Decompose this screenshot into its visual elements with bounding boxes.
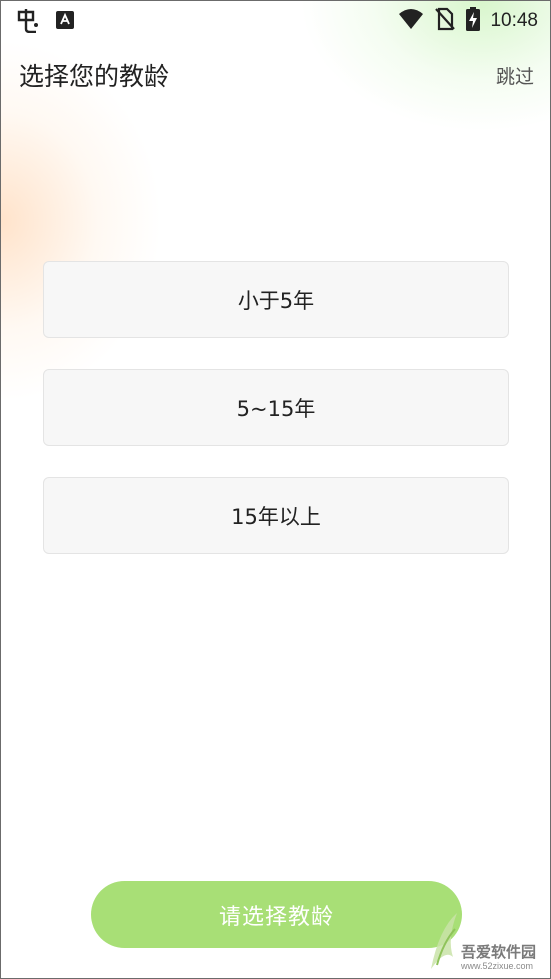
battery-charging-icon (466, 7, 481, 35)
select-teaching-years-button[interactable]: 请选择教龄 (91, 881, 462, 948)
title-bar: 选择您的教龄 跳过 (1, 53, 550, 97)
watermark: 吾爱软件园 www.52zixue.com (425, 901, 549, 977)
no-sim-icon (434, 7, 456, 35)
option-less-than-5-years[interactable]: 小于5年 (43, 261, 509, 338)
watermark-url: www.52zixue.com (461, 961, 534, 971)
keyboard-a-icon (55, 10, 75, 34)
watermark-logo-icon (425, 909, 465, 975)
status-bar-left (15, 7, 75, 37)
skip-button[interactable]: 跳过 (496, 62, 534, 89)
status-bar-right: 10:48 (398, 7, 538, 35)
app-screen: 10:48 选择您的教龄 跳过 小于5年 5~15年 15年以上 请选择教龄 吾… (0, 0, 551, 979)
app-notification-icon (15, 7, 41, 37)
wifi-icon (398, 8, 424, 34)
option-5-to-15-years[interactable]: 5~15年 (43, 369, 509, 446)
status-bar: 10:48 (1, 1, 550, 37)
page-title: 选择您的教龄 (19, 62, 170, 91)
watermark-text: 吾爱软件园 (461, 943, 537, 961)
option-more-than-15-years[interactable]: 15年以上 (43, 477, 509, 554)
teaching-years-options: 小于5年 5~15年 15年以上 (43, 261, 509, 585)
status-time: 10:48 (490, 10, 538, 31)
